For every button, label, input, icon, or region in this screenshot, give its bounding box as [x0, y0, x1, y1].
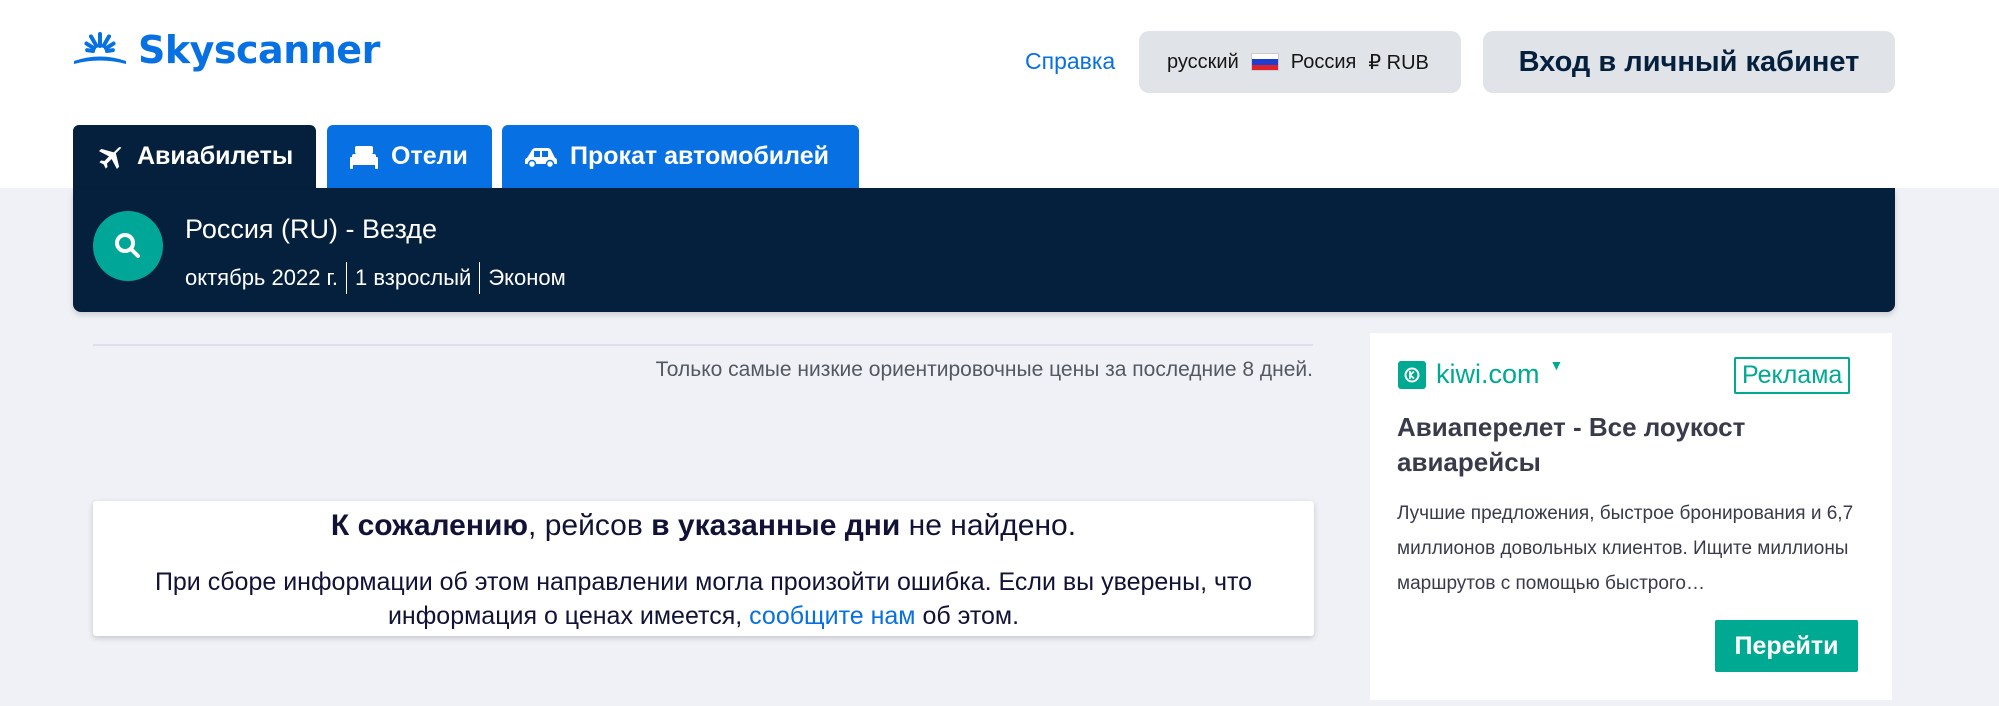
- help-link[interactable]: Справка: [1025, 48, 1115, 75]
- ad-title[interactable]: Авиаперелет - Все лоукост авиарейсы: [1397, 410, 1867, 480]
- no-results-title: К сожалению, рейсов в указанные дни не н…: [330, 509, 1077, 542]
- login-button[interactable]: Вход в личный кабинет: [1483, 31, 1895, 93]
- ad-badge: Реклама: [1734, 357, 1851, 394]
- search-cabin: Эконом: [488, 265, 566, 290]
- tab-flights[interactable]: Авиабилеты: [73, 125, 316, 188]
- search-details: октябрь 2022 г. 1 взрослый Эконом: [185, 262, 566, 294]
- russia-flag-icon: [1250, 53, 1279, 71]
- kiwi-logo-icon: [1398, 360, 1426, 389]
- tab-hotels[interactable]: Отели: [327, 125, 492, 188]
- search-icon[interactable]: [93, 211, 163, 281]
- bed-icon: [350, 145, 378, 169]
- language-label: русский: [1167, 50, 1239, 73]
- no-results-body: При сборе информации об этом направлении…: [154, 568, 1253, 630]
- country-label: Россия: [1290, 50, 1357, 73]
- search-route: Россия (RU) - Везде: [185, 214, 438, 244]
- no-results-message: К сожалению, рейсов в указанные дни не н…: [93, 501, 1314, 636]
- tab-hotels-label: Отели: [391, 142, 468, 170]
- car-icon: [525, 147, 557, 168]
- ad-description: Лучшие предложения, быстрое бронирования…: [1397, 503, 1854, 594]
- currency-label: ₽ RUB: [1368, 51, 1429, 74]
- price-disclaimer: Только самые низкие ориентировочные цены…: [655, 358, 1313, 381]
- divider: [346, 262, 348, 294]
- search-date: октябрь 2022 г.: [185, 265, 339, 290]
- ad-brand: kiwi.com: [1436, 359, 1540, 389]
- search-travellers: 1 взрослый: [355, 265, 472, 290]
- logo-wordmark: Skyscanner: [138, 28, 380, 72]
- divider: [479, 262, 481, 294]
- results-divider: [93, 344, 1313, 346]
- sunrise-logo-icon: [74, 32, 126, 64]
- skyscanner-logo[interactable]: Skyscanner: [72, 28, 380, 72]
- search-summary-panel[interactable]: Россия (RU) - Везде октябрь 2022 г. 1 вз…: [73, 188, 1895, 312]
- report-link[interactable]: сообщите нам: [749, 602, 915, 630]
- tab-car-hire[interactable]: Прокат автомобилей: [502, 125, 859, 188]
- ad-go-button[interactable]: Перейти: [1715, 620, 1858, 672]
- ad-card[interactable]: kiwi.com ▼ Реклама Авиаперелет - Все лоу…: [1370, 333, 1892, 700]
- tab-car-hire-label: Прокат автомобилей: [570, 142, 829, 170]
- tab-flights-label: Авиабилеты: [137, 142, 294, 170]
- locale-selector-button[interactable]: русский Россия ₽ RUB: [1139, 31, 1461, 93]
- plane-icon: [99, 146, 122, 169]
- kiwi-logo[interactable]: kiwi.com ▼: [1398, 356, 1564, 390]
- caret-down-icon: ▼: [1549, 356, 1564, 373]
